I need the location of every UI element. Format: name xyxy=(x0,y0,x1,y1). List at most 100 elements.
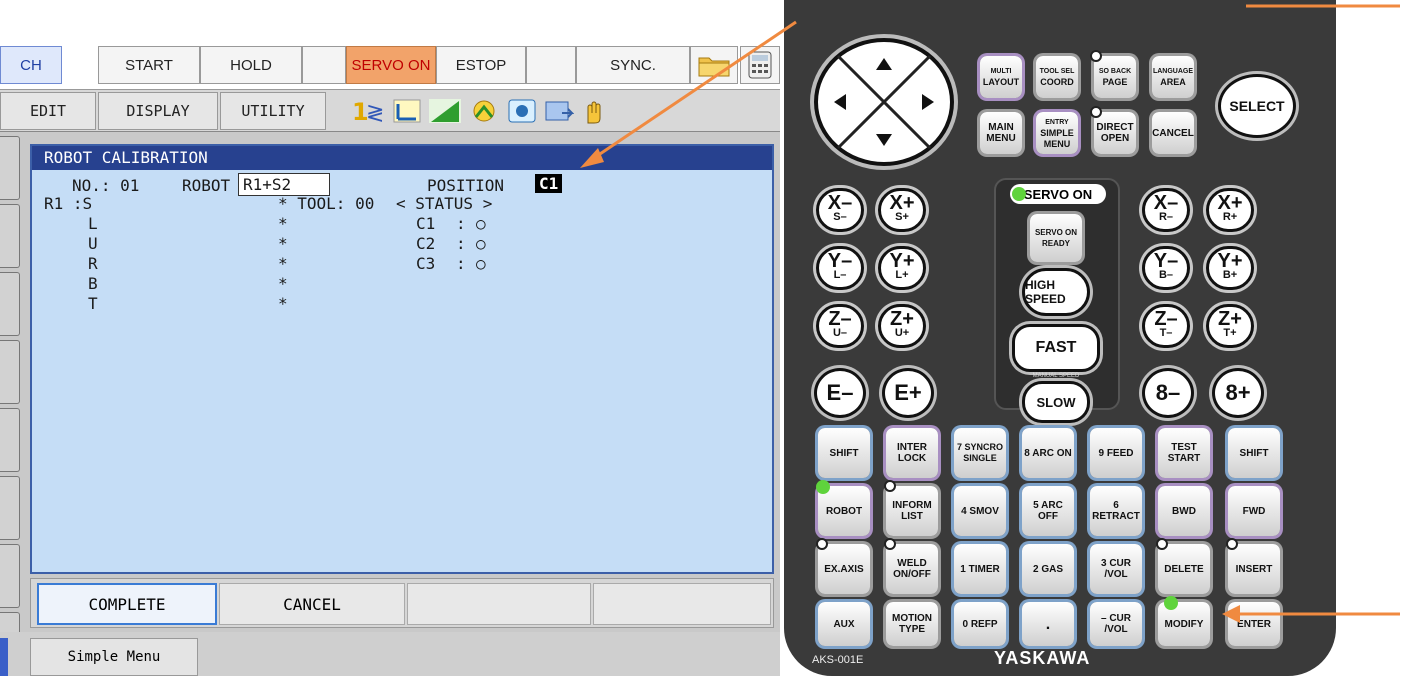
inform-list-key[interactable]: INFORM LIST xyxy=(886,486,938,536)
servo-on-button[interactable]: SERVO ON xyxy=(346,46,436,84)
sync-button[interactable]: SYNC. xyxy=(576,46,690,84)
coord-key[interactable]: TOOL SEL COORD xyxy=(1036,56,1078,98)
high-speed-key[interactable]: HIGH SPEED xyxy=(1022,268,1090,316)
layout-key[interactable]: MULTI LAYOUT xyxy=(980,56,1022,98)
slow-key[interactable]: SLOW xyxy=(1022,381,1090,423)
arc-on-key[interactable]: 8 ARC ON xyxy=(1022,428,1074,478)
jog-x-plus-key[interactable]: X+ S+ xyxy=(878,188,926,232)
folder-icon[interactable] xyxy=(690,46,738,84)
jog-ry-minus-key[interactable]: Y– B– xyxy=(1142,246,1190,290)
delete-led xyxy=(1156,538,1168,550)
menu-display[interactable]: DISPLAY xyxy=(98,92,218,130)
hand-icon xyxy=(587,101,601,124)
hold-button[interactable]: HOLD xyxy=(200,46,302,84)
jog-z-plus-key[interactable]: Z+ U+ xyxy=(878,304,926,348)
status-icon-strip: 1 ≷ xyxy=(332,94,770,128)
decimal-point-key[interactable]: . xyxy=(1022,602,1074,646)
jog-x-minus-key[interactable]: X– S– xyxy=(816,188,864,232)
area-key[interactable]: LANGUAGE AREA xyxy=(1152,56,1194,98)
aux-key[interactable]: AUX xyxy=(818,602,870,646)
bwd-key[interactable]: BWD xyxy=(1158,486,1210,536)
menu-utility[interactable]: UTILITY xyxy=(220,92,326,130)
tool-label: * TOOL: 00 xyxy=(278,194,375,213)
controller-screen: CH START HOLD SERVO ON ESTOP SYNC. EDIT … xyxy=(0,40,780,676)
jog-y-plus-key[interactable]: Y+ L+ xyxy=(878,246,926,290)
simple-menu-key[interactable]: ENTRY SIMPLE MENU xyxy=(1036,112,1078,154)
arc-off-key[interactable]: 5 ARC OFF xyxy=(1022,486,1074,536)
cur-vol-down-key[interactable]: – CUR /VOL xyxy=(1090,602,1142,646)
side-tab[interactable] xyxy=(0,408,20,472)
cur-vol-up-key[interactable]: 3 CUR /VOL xyxy=(1090,544,1142,594)
insert-led xyxy=(1226,538,1238,550)
main-menu-key[interactable]: MAIN MENU xyxy=(980,112,1022,154)
jog-rx-minus-key[interactable]: X– R– xyxy=(1142,188,1190,232)
weld-on-off-key[interactable]: WELD ON/OFF xyxy=(886,544,938,594)
cancel-key[interactable]: CANCEL xyxy=(1152,112,1194,154)
jog-y-minus-key[interactable]: Y– L– xyxy=(816,246,864,290)
robot-select-field[interactable]: R1+S2 xyxy=(238,173,330,196)
jog-rz-plus-key[interactable]: Z+ T+ xyxy=(1206,304,1254,348)
refp-key[interactable]: 0 REFP xyxy=(954,602,1006,646)
empty-function-button[interactable] xyxy=(593,583,771,625)
axis-label: R xyxy=(88,254,98,273)
page-key[interactable]: SO BACK PAGE xyxy=(1094,56,1136,98)
left-side-tabs xyxy=(0,136,22,676)
jog-rx-plus-key[interactable]: X+ R+ xyxy=(1206,188,1254,232)
jog-ry-plus-key[interactable]: Y+ B+ xyxy=(1206,246,1254,290)
shift-key-right[interactable]: SHIFT xyxy=(1228,428,1280,478)
estop-button[interactable]: ESTOP xyxy=(436,46,526,84)
smov-key[interactable]: 4 SMOV xyxy=(954,486,1006,536)
motion-type-key[interactable]: MOTION TYPE xyxy=(886,602,938,646)
status-header: < STATUS > xyxy=(396,194,493,213)
retract-key[interactable]: 6 RETRACT xyxy=(1090,486,1142,536)
cancel-button[interactable]: CANCEL xyxy=(219,583,405,625)
side-tab[interactable] xyxy=(0,136,20,200)
feed-key[interactable]: 9 FEED xyxy=(1090,428,1142,478)
start-button[interactable]: START xyxy=(98,46,200,84)
delete-key[interactable]: DELETE xyxy=(1158,544,1210,594)
jog-rz-minus-key[interactable]: Z– T– xyxy=(1142,304,1190,348)
side-tab[interactable] xyxy=(0,340,20,404)
test-start-key[interactable]: TEST START xyxy=(1158,428,1210,478)
position-field[interactable]: C1 xyxy=(535,174,563,193)
empty-function-button[interactable] xyxy=(407,583,591,625)
timer-key[interactable]: 1 TIMER xyxy=(954,544,1006,594)
insert-key[interactable]: INSERT xyxy=(1228,544,1280,594)
gas-key[interactable]: 2 GAS xyxy=(1022,544,1074,594)
fast-key[interactable]: FAST xyxy=(1012,324,1100,372)
cycle-icon xyxy=(545,101,574,121)
side-tab[interactable] xyxy=(0,204,20,268)
enter-key[interactable]: ENTER xyxy=(1228,602,1280,646)
robot-key[interactable]: ROBOT xyxy=(818,486,870,536)
cut-tab[interactable]: CH xyxy=(0,46,62,84)
interlock-key[interactable]: INTER LOCK xyxy=(886,428,938,478)
axis-label: R1 :S xyxy=(44,194,93,213)
status-value: ○ xyxy=(476,214,486,233)
left-arrow-icon xyxy=(834,94,846,110)
simple-menu-button[interactable]: Simple Menu xyxy=(30,638,198,676)
calculator-icon[interactable] xyxy=(740,46,780,84)
shift-key-left[interactable]: SHIFT xyxy=(818,428,870,478)
servo-on-ready-key[interactable]: SERVO ON READY xyxy=(1030,214,1082,262)
complete-button[interactable]: COMPLETE xyxy=(37,583,217,625)
menu-edit[interactable]: EDIT xyxy=(0,92,96,130)
eight-plus-key[interactable]: 8+ xyxy=(1212,368,1264,418)
top-toolbar: CH START HOLD SERVO ON ESTOP SYNC. xyxy=(0,40,780,90)
direction-pad xyxy=(814,38,954,166)
select-key[interactable]: SELECT xyxy=(1218,74,1296,138)
side-tab[interactable] xyxy=(0,272,20,336)
fwd-key[interactable]: FWD xyxy=(1228,486,1280,536)
e-plus-key[interactable]: E+ xyxy=(882,368,934,418)
side-tab[interactable] xyxy=(0,476,20,540)
ex-axis-key[interactable]: EX.AXIS xyxy=(818,544,870,594)
e-minus-key[interactable]: E– xyxy=(814,368,866,418)
jog-z-minus-key[interactable]: Z– U– xyxy=(816,304,864,348)
status-label: C3 xyxy=(416,254,436,273)
status-label: C1 xyxy=(416,214,436,233)
syncro-single-key[interactable]: 7 SYNCRO SINGLE xyxy=(954,428,1006,478)
page-led-indicator xyxy=(1090,50,1102,62)
direct-open-key[interactable]: DIRECT OPEN xyxy=(1094,112,1136,154)
side-tab[interactable] xyxy=(0,544,20,608)
eight-minus-key[interactable]: 8– xyxy=(1142,368,1194,418)
menu-bar: EDIT DISPLAY UTILITY 1 ≷ xyxy=(0,90,780,132)
